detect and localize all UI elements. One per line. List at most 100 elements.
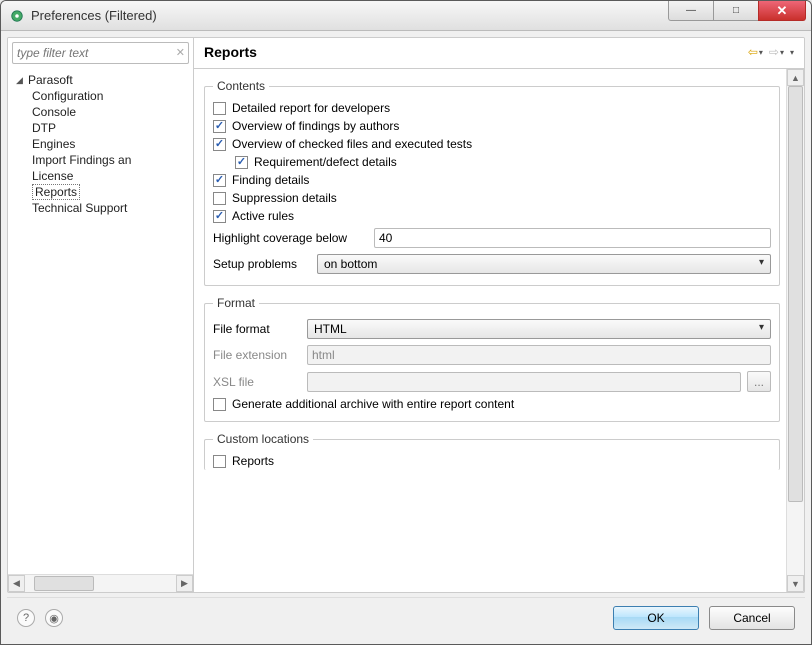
setup-value: on bottom bbox=[324, 257, 377, 271]
clear-filter-icon[interactable]: ✕ bbox=[176, 46, 185, 59]
close-button[interactable]: ✕ bbox=[758, 1, 806, 21]
highlight-value-input[interactable] bbox=[374, 228, 771, 248]
maximize-button[interactable]: □ bbox=[713, 1, 759, 21]
sidebar-hscrollbar[interactable]: ◀ ▶ bbox=[8, 574, 193, 592]
minimize-button[interactable]: — bbox=[668, 1, 714, 21]
chk-label: Generate additional archive with entire … bbox=[232, 397, 514, 411]
xsl-input bbox=[307, 372, 741, 392]
nav-tree: ◢ Parasoft Configuration Console DTP Eng… bbox=[8, 68, 193, 574]
file-ext-row: File extension bbox=[213, 342, 771, 368]
xsl-row: XSL file ... bbox=[213, 368, 771, 395]
hscroll-thumb[interactable] bbox=[34, 576, 94, 591]
chk-overview-authors[interactable]: Overview of findings by authors bbox=[213, 117, 771, 135]
ok-button[interactable]: OK bbox=[613, 606, 699, 630]
checkbox[interactable] bbox=[235, 156, 248, 169]
chk-label: Suppression details bbox=[232, 191, 337, 205]
tree-item-reports[interactable]: Reports bbox=[16, 184, 191, 200]
highlight-row: Highlight coverage below bbox=[213, 225, 771, 251]
chk-active-rules[interactable]: Active rules bbox=[213, 207, 771, 225]
nav-forward-icon[interactable]: ⇨▾ bbox=[769, 45, 784, 59]
nav-menu-icon[interactable]: ▾ bbox=[790, 48, 794, 57]
checkbox[interactable] bbox=[213, 455, 226, 468]
custom-locations-group: Custom locations Reports bbox=[204, 432, 780, 470]
chk-finding-details[interactable]: Finding details bbox=[213, 171, 771, 189]
highlight-label: Highlight coverage below bbox=[213, 231, 368, 245]
tree-item-console[interactable]: Console bbox=[16, 104, 191, 120]
chk-custom-reports[interactable]: Reports bbox=[213, 452, 771, 470]
chk-detailed-report[interactable]: Detailed report for developers bbox=[213, 99, 771, 117]
main-area: ✕ ◢ Parasoft Configuration Console DTP E… bbox=[7, 37, 805, 593]
collapse-icon[interactable]: ◢ bbox=[16, 75, 26, 86]
scroll-up-icon[interactable]: ▲ bbox=[787, 69, 804, 86]
checkbox[interactable] bbox=[213, 138, 226, 151]
tree-root-label: Parasoft bbox=[28, 73, 73, 87]
content-header: Reports ⇦▾ ⇨▾ ▾ bbox=[194, 38, 804, 69]
titlebar: Preferences (Filtered) — □ ✕ bbox=[1, 1, 811, 31]
xsl-browse-button[interactable]: ... bbox=[747, 371, 771, 392]
chk-label: Active rules bbox=[232, 209, 294, 223]
window-buttons: — □ ✕ bbox=[668, 1, 811, 30]
chk-label: Detailed report for developers bbox=[232, 101, 390, 115]
content-pane: Reports ⇦▾ ⇨▾ ▾ Contents Detailed r bbox=[194, 38, 804, 592]
header-nav: ⇦▾ ⇨▾ ▾ bbox=[748, 45, 794, 59]
tree-item-engines[interactable]: Engines bbox=[16, 136, 191, 152]
chk-generate-archive[interactable]: Generate additional archive with entire … bbox=[213, 395, 771, 413]
app-icon bbox=[9, 8, 25, 24]
xsl-label: XSL file bbox=[213, 375, 301, 389]
setup-problems-select[interactable]: on bottom bbox=[317, 254, 771, 274]
file-ext-label: File extension bbox=[213, 348, 301, 362]
format-group: Format File format HTML File extension bbox=[204, 296, 780, 422]
chk-label: Finding details bbox=[232, 173, 309, 187]
tree-root-parasoft[interactable]: ◢ Parasoft bbox=[16, 72, 191, 88]
content-body: Contents Detailed report for developers … bbox=[194, 69, 804, 592]
dialog-body: ✕ ◢ Parasoft Configuration Console DTP E… bbox=[1, 31, 811, 644]
contents-legend: Contents bbox=[213, 79, 269, 93]
file-format-row: File format HTML bbox=[213, 316, 771, 342]
preferences-window: Preferences (Filtered) — □ ✕ ✕ ◢ Parasof… bbox=[0, 0, 812, 645]
custom-legend: Custom locations bbox=[213, 432, 313, 446]
content-inner: Contents Detailed report for developers … bbox=[194, 69, 786, 592]
tree-item-technical-support[interactable]: Technical Support bbox=[16, 200, 191, 216]
file-format-label: File format bbox=[213, 322, 301, 336]
chk-label: Reports bbox=[232, 454, 274, 468]
chk-requirement-defect[interactable]: Requirement/defect details bbox=[213, 153, 771, 171]
checkbox[interactable] bbox=[213, 192, 226, 205]
scroll-right-icon[interactable]: ▶ bbox=[176, 575, 193, 592]
nav-back-icon[interactable]: ⇦▾ bbox=[748, 45, 763, 59]
button-bar: ? ◉ OK Cancel bbox=[7, 597, 805, 638]
tree-item-configuration[interactable]: Configuration bbox=[16, 88, 191, 104]
sidebar: ✕ ◢ Parasoft Configuration Console DTP E… bbox=[8, 38, 194, 592]
vscroll-track[interactable] bbox=[787, 86, 804, 575]
help-button[interactable]: ? bbox=[17, 609, 35, 627]
format-legend: Format bbox=[213, 296, 259, 310]
filter-input-wrap: ✕ bbox=[12, 42, 189, 64]
chk-label: Overview of checked files and executed t… bbox=[232, 137, 472, 151]
toggle-button[interactable]: ◉ bbox=[45, 609, 63, 627]
setup-row: Setup problems on bottom bbox=[213, 251, 771, 277]
vscroll-thumb[interactable] bbox=[788, 86, 803, 502]
file-ext-input bbox=[307, 345, 771, 365]
scroll-left-icon[interactable]: ◀ bbox=[8, 575, 25, 592]
page-title: Reports bbox=[204, 44, 748, 60]
checkbox[interactable] bbox=[213, 102, 226, 115]
checkbox[interactable] bbox=[213, 174, 226, 187]
setup-label: Setup problems bbox=[213, 257, 311, 271]
window-title: Preferences (Filtered) bbox=[31, 8, 668, 23]
scroll-down-icon[interactable]: ▼ bbox=[787, 575, 804, 592]
filter-input[interactable] bbox=[12, 42, 189, 64]
file-format-value: HTML bbox=[314, 322, 347, 336]
chk-label: Overview of findings by authors bbox=[232, 119, 399, 133]
tree-item-dtp[interactable]: DTP bbox=[16, 120, 191, 136]
contents-group: Contents Detailed report for developers … bbox=[204, 79, 780, 286]
cancel-button[interactable]: Cancel bbox=[709, 606, 795, 630]
tree-item-license[interactable]: License bbox=[16, 168, 191, 184]
chk-overview-checked[interactable]: Overview of checked files and executed t… bbox=[213, 135, 771, 153]
checkbox[interactable] bbox=[213, 210, 226, 223]
file-format-select[interactable]: HTML bbox=[307, 319, 771, 339]
chk-suppression-details[interactable]: Suppression details bbox=[213, 189, 771, 207]
tree-item-import-findings[interactable]: Import Findings an bbox=[16, 152, 191, 168]
checkbox[interactable] bbox=[213, 398, 226, 411]
chk-label: Requirement/defect details bbox=[254, 155, 397, 169]
content-vscrollbar[interactable]: ▲ ▼ bbox=[786, 69, 804, 592]
checkbox[interactable] bbox=[213, 120, 226, 133]
